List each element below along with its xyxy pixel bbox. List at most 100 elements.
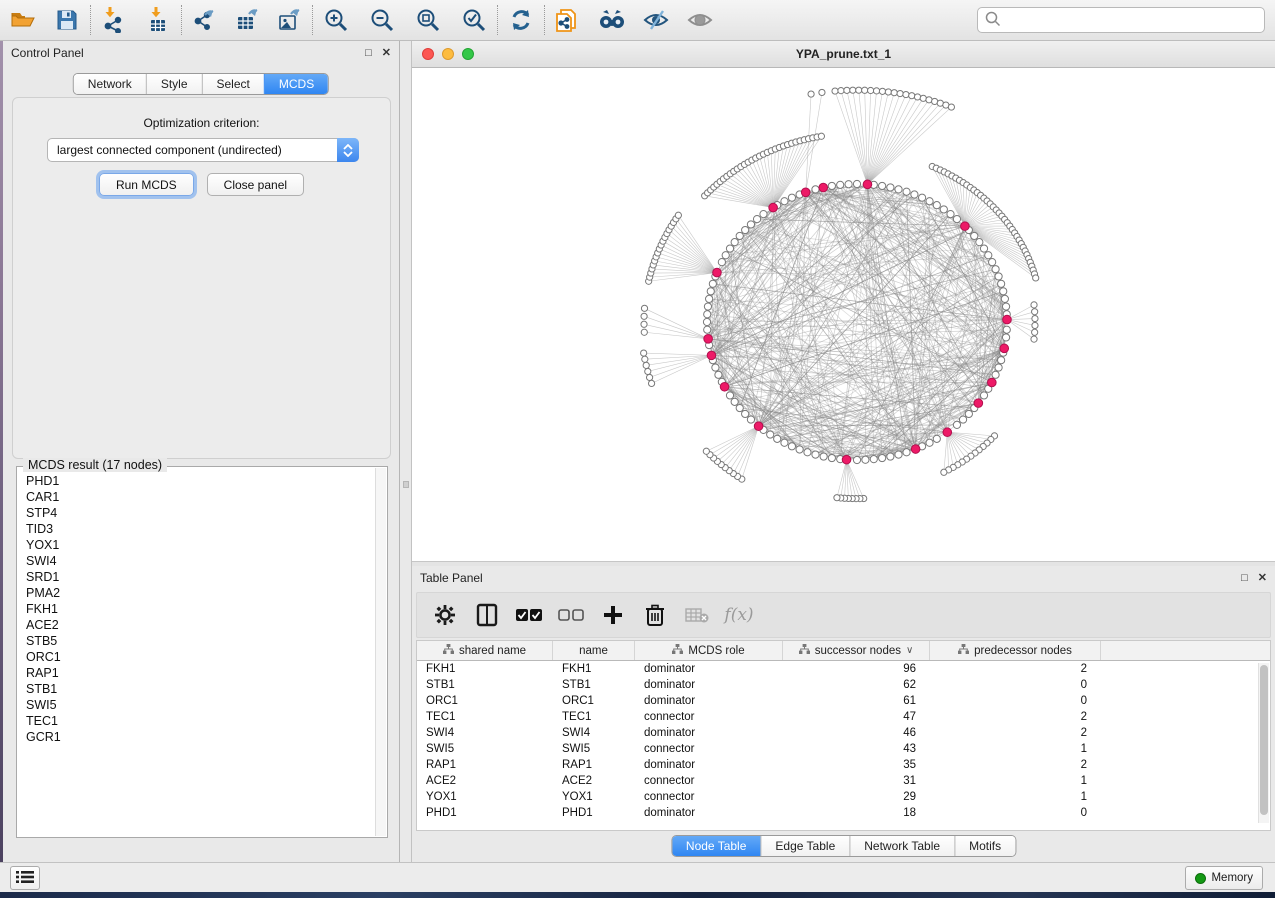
float-table-panel-icon[interactable]: □ [1241,573,1248,584]
graph-leaf-node[interactable] [832,88,838,94]
close-panel-button[interactable]: Close panel [207,173,304,196]
graph-leaf-node[interactable] [648,380,654,386]
graph-node[interactable] [903,449,910,456]
cell-shared-name[interactable]: ORC1 [417,695,553,707]
table-row[interactable]: SWI5SWI5connector431 [417,741,1270,757]
graph-dominator-node[interactable] [707,351,716,360]
table-row[interactable]: RAP1RAP1dominator352 [417,757,1270,773]
graph-node[interactable] [926,439,933,446]
graph-node[interactable] [804,449,811,456]
graph-node[interactable] [879,182,886,189]
cell-successor-nodes[interactable]: 18 [783,807,930,819]
mcds-result-item[interactable]: TID3 [18,521,375,537]
show-hidden-button[interactable] [683,4,717,36]
graph-node[interactable] [1001,295,1008,302]
cell-predecessor-nodes[interactable]: 1 [930,791,1101,803]
cell-name[interactable]: STB1 [553,679,635,691]
graph-dominator-node[interactable] [819,183,828,192]
sort-chevron-icon[interactable]: ∨ [906,645,913,656]
graph-leaf-node[interactable] [1032,322,1038,328]
graph-dominator-node[interactable] [713,268,722,277]
graph-node[interactable] [845,181,852,188]
cell-successor-nodes[interactable]: 61 [783,695,930,707]
graph-node[interactable] [704,326,711,333]
cell-successor-nodes[interactable]: 35 [783,759,930,771]
graph-node[interactable] [971,232,978,239]
graph-dominator-node[interactable] [863,180,872,189]
cell-successor-nodes[interactable]: 29 [783,791,930,803]
graph-leaf-node[interactable] [1032,329,1038,335]
graph-leaf-node[interactable] [948,104,954,110]
mcds-result-item[interactable]: STB5 [18,633,375,649]
graph-leaf-node[interactable] [891,90,897,96]
graph-node[interactable] [853,456,860,463]
graph-node[interactable] [788,443,795,450]
graph-leaf-node[interactable] [879,88,885,94]
search-field[interactable] [977,7,1265,33]
graph-node[interactable] [742,410,749,417]
cell-mcds-role[interactable]: connector [635,711,783,723]
graph-node[interactable] [767,431,774,438]
graph-node[interactable] [722,252,729,259]
graph-leaf-node[interactable] [646,374,652,380]
graph-node[interactable] [715,371,722,378]
cell-successor-nodes[interactable]: 96 [783,663,930,675]
graph-node[interactable] [736,232,743,239]
graph-node[interactable] [985,252,992,259]
cell-shared-name[interactable]: YOX1 [417,791,553,803]
graph-node[interactable] [879,454,886,461]
import-network-button[interactable] [97,4,131,36]
tab-network[interactable]: Network [74,74,146,94]
table-row[interactable]: ORC1ORC1dominator610 [417,693,1270,709]
graph-node[interactable] [887,184,894,191]
graph-node[interactable] [940,206,947,213]
graph-leaf-node[interactable] [844,87,850,93]
table-row[interactable]: STB1STB1dominator620 [417,677,1270,693]
cell-name[interactable]: SWI5 [553,743,635,755]
graph-dominator-node[interactable] [943,428,952,437]
graph-node[interactable] [796,446,803,453]
cell-name[interactable]: ORC1 [553,695,635,707]
graph-node[interactable] [731,239,738,246]
mcds-result-item[interactable]: SRD1 [18,569,375,585]
graph-node[interactable] [992,266,999,273]
cell-name[interactable]: ACE2 [553,775,635,787]
graph-node[interactable] [731,398,738,405]
network-titlebar[interactable]: YPA_prune.txt_1 [412,41,1275,68]
column-header-shared-name[interactable]: shared name [417,641,553,660]
graph-node[interactable] [736,404,743,411]
graph-leaf-node[interactable] [642,356,648,362]
cell-successor-nodes[interactable]: 46 [783,727,930,739]
graph-node[interactable] [995,273,1002,280]
graph-leaf-node[interactable] [838,88,844,94]
graph-leaf-node[interactable] [1031,336,1037,342]
cell-shared-name[interactable]: TEC1 [417,711,553,723]
graph-leaf-node[interactable] [675,212,681,218]
cell-name[interactable]: SWI4 [553,727,635,739]
table-options-button[interactable] [431,601,459,629]
graph-node[interactable] [747,221,754,228]
table-scrollbar-thumb[interactable] [1260,665,1268,815]
cell-shared-name[interactable]: ACE2 [417,775,553,787]
show-column-button[interactable] [473,601,501,629]
graph-node[interactable] [887,453,894,460]
cell-shared-name[interactable]: STB1 [417,679,553,691]
cell-mcds-role[interactable]: dominator [635,727,783,739]
graph-leaf-node[interactable] [920,95,926,101]
cell-predecessor-nodes[interactable]: 0 [930,807,1101,819]
graph-node[interactable] [781,439,788,446]
graph-node[interactable] [870,456,877,463]
graph-node[interactable] [837,181,844,188]
graph-leaf-node[interactable] [909,93,915,99]
graph-node[interactable] [704,311,711,318]
cell-name[interactable]: TEC1 [553,711,635,723]
graph-node[interactable] [726,392,733,399]
graph-node[interactable] [788,194,795,201]
graph-node[interactable] [998,357,1005,364]
graph-leaf-node[interactable] [856,87,862,93]
network-canvas[interactable] [412,68,1275,561]
function-builder-button[interactable]: f(x) [725,601,753,629]
save-session-button[interactable] [50,4,84,36]
cell-successor-nodes[interactable]: 43 [783,743,930,755]
add-column-button[interactable] [599,601,627,629]
